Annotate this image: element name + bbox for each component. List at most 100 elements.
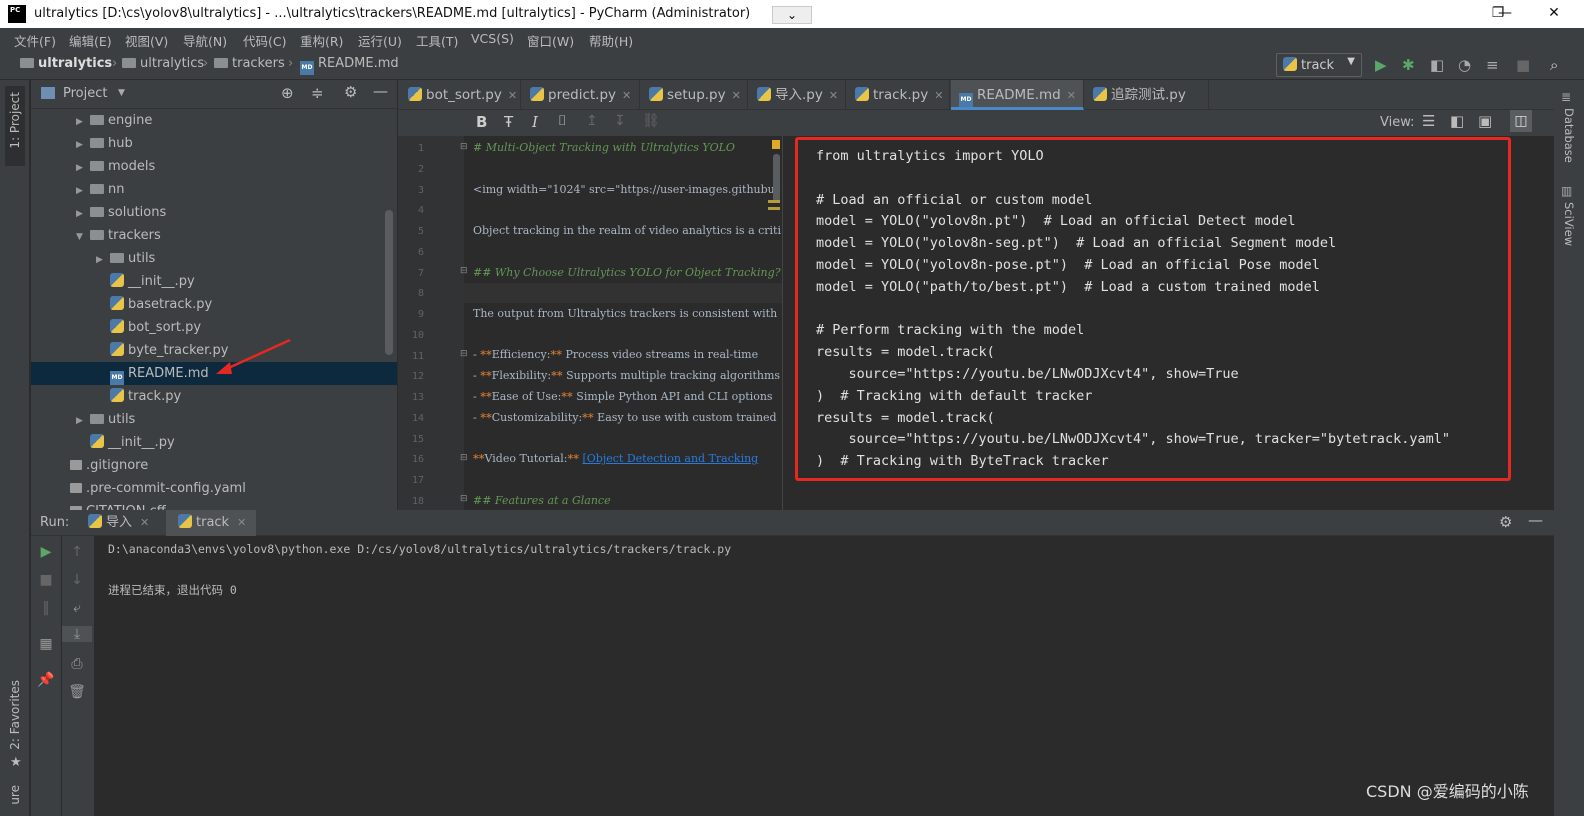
header-up-icon[interactable]: ↥ <box>586 113 598 129</box>
tree-item[interactable]: bot_sort.py <box>96 316 201 339</box>
collapsed-arrow-icon[interactable]: ▶ <box>76 157 90 180</box>
layout-icon[interactable]: ▦ <box>31 636 61 652</box>
tree-item[interactable]: ▶ models <box>76 155 155 178</box>
close-tab-icon[interactable]: ✕ <box>1067 89 1076 102</box>
concurrency-icon[interactable]: ≡ <box>1486 56 1499 74</box>
pin-icon[interactable]: 📌 <box>31 672 61 688</box>
tree-item[interactable]: ▶ solutions <box>76 201 166 224</box>
collapsed-arrow-icon[interactable]: ▶ <box>76 111 90 134</box>
tab-tracking-test[interactable]: 追踪测试.py <box>1085 80 1209 110</box>
collapsed-arrow-icon[interactable]: ▶ <box>76 203 90 226</box>
tab-bot-sort[interactable]: bot_sort.py ✕ <box>400 80 521 110</box>
collapse-all-icon[interactable]: ≑ <box>311 84 324 102</box>
breadcrumb-root[interactable]: ultralytics <box>20 56 112 71</box>
tab-import[interactable]: 导入.py ✕ <box>749 80 846 110</box>
pause-icon[interactable]: ‖ <box>31 600 61 616</box>
scroll-up-icon[interactable]: ↑ <box>62 544 92 560</box>
tree-item[interactable]: .gitignore <box>56 454 148 477</box>
warning-marker-icon[interactable] <box>772 140 780 149</box>
collapsed-arrow-icon[interactable]: ▶ <box>76 134 90 157</box>
rerun-icon[interactable]: ▶ <box>31 544 61 560</box>
run-config-select[interactable]: track ▼ <box>1276 53 1362 77</box>
close-tab-icon[interactable]: ✕ <box>934 89 943 102</box>
run-icon[interactable]: ▶ <box>1375 56 1387 74</box>
restore-button[interactable]: ❐ <box>1474 0 1522 28</box>
menu-vcs[interactable]: VCS(S) <box>471 31 514 46</box>
italic-button[interactable]: I <box>532 113 538 131</box>
tab-readme[interactable]: MD README.md ✕ <box>951 80 1084 110</box>
breadcrumb-file[interactable]: MD README.md <box>300 56 399 75</box>
menu-tools[interactable]: 工具(T) <box>416 31 458 50</box>
dropdown-arrow-icon[interactable]: ▼ <box>118 88 125 98</box>
database-tool-button[interactable]: Database <box>1562 108 1576 163</box>
profile-icon[interactable]: ◔ <box>1458 56 1471 74</box>
project-tool-button[interactable]: 1: Project <box>8 92 22 149</box>
fold-icon[interactable]: ⊟ <box>460 453 468 463</box>
title-chevron-icon[interactable]: ⌄ <box>772 6 812 24</box>
hide-panel-icon[interactable]: — <box>1528 511 1543 529</box>
menu-code[interactable]: 代码(C) <box>243 31 286 50</box>
header-down-icon[interactable]: ↧ <box>614 113 626 129</box>
tree-item[interactable]: ▶ utils <box>76 408 135 431</box>
stop-icon[interactable]: ■ <box>31 572 61 588</box>
menu-edit[interactable]: 编辑(E) <box>69 31 112 50</box>
tree-item[interactable]: track.py <box>96 385 181 408</box>
close-button[interactable]: ✕ <box>1530 0 1578 28</box>
debug-icon[interactable]: ✱ <box>1402 56 1415 74</box>
sciview-tool-button[interactable]: SciView <box>1562 202 1576 246</box>
close-tab-icon[interactable]: ✕ <box>622 89 631 102</box>
fold-icon[interactable]: ⊟ <box>460 349 468 359</box>
tree-item[interactable]: ▶ nn <box>76 178 124 201</box>
expanded-arrow-icon[interactable]: ▼ <box>76 226 90 249</box>
code-line-16[interactable]: **Video Tutorial:** [Object Detection an… <box>473 452 781 465</box>
strikethrough-button[interactable]: Ŧ <box>504 113 513 131</box>
menu-view[interactable]: 视图(V) <box>125 31 168 50</box>
gear-icon[interactable]: ⚙ <box>1499 513 1512 531</box>
close-tab-icon[interactable]: ✕ <box>237 516 246 529</box>
code-line-7[interactable]: ## Why Choose Ultralytics YOLO for Objec… <box>473 266 781 279</box>
tree-item[interactable]: byte_tracker.py <box>96 339 228 362</box>
tree-item[interactable]: ▶ engine <box>76 109 152 132</box>
tree-item[interactable]: ▶ hub <box>76 132 133 155</box>
editor-scrollbar[interactable] <box>773 154 780 202</box>
code-line-18[interactable]: ## Features at a Glance <box>473 494 781 507</box>
code-line-13[interactable]: - **Ease of Use:** Simple Python API and… <box>473 390 781 403</box>
code-line-9[interactable]: The output from Ultralytics trackers is … <box>473 307 781 320</box>
tree-item[interactable]: ▼ trackers <box>76 224 161 247</box>
tab-predict[interactable]: predict.py ✕ <box>522 80 640 110</box>
editor-only-icon[interactable]: ☰ <box>1422 112 1435 130</box>
layout-toggle-icon[interactable]: ◫ <box>1510 110 1532 132</box>
gear-icon[interactable]: ⚙ <box>344 83 357 101</box>
tree-item[interactable]: ▶ utils <box>96 247 155 270</box>
locate-icon[interactable]: ⊕ <box>281 84 294 102</box>
close-tab-icon[interactable]: ✕ <box>829 89 838 102</box>
print-icon[interactable]: ⎙ <box>62 656 92 672</box>
close-tab-icon[interactable]: ✕ <box>140 516 149 529</box>
menu-refactor[interactable]: 重构(R) <box>300 31 343 50</box>
code-line-14[interactable]: - **Customizability:** Easy to use with … <box>473 411 781 424</box>
code-line-1[interactable]: # Multi-Object Tracking with Ultralytics… <box>473 141 781 154</box>
code-button[interactable]: ⌷ <box>558 113 566 129</box>
bold-button[interactable]: B <box>476 113 487 131</box>
menu-navigate[interactable]: 导航(N) <box>183 31 227 50</box>
preview-only-icon[interactable]: ▣ <box>1478 112 1492 130</box>
tree-item[interactable]: basetrack.py <box>96 293 212 316</box>
breadcrumb-package[interactable]: ultralytics <box>122 56 204 71</box>
project-view-select[interactable]: Project <box>63 86 107 101</box>
breadcrumb-trackers[interactable]: trackers <box>214 56 285 71</box>
soft-wrap-icon[interactable]: ⤶ <box>62 600 92 616</box>
split-view-icon[interactable]: ◧ <box>1450 112 1464 130</box>
fold-icon[interactable]: ⊟ <box>460 142 468 152</box>
fold-icon[interactable]: ⊟ <box>460 266 468 276</box>
search-icon[interactable]: ⌕ <box>1550 56 1558 74</box>
tree-item[interactable]: __init__.py <box>76 431 175 454</box>
hide-panel-icon[interactable]: — <box>373 82 388 100</box>
link-icon[interactable]: ⛓ <box>642 113 660 129</box>
collapsed-arrow-icon[interactable]: ▶ <box>76 410 90 433</box>
collapsed-arrow-icon[interactable]: ▶ <box>76 180 90 203</box>
code-line-12[interactable]: - **Flexibility:** Supports multiple tra… <box>473 369 781 382</box>
fold-icon[interactable]: ⊟ <box>460 494 468 504</box>
menu-help[interactable]: 帮助(H) <box>589 31 633 50</box>
scroll-down-icon[interactable]: ↓ <box>62 572 92 588</box>
tab-setup[interactable]: setup.py ✕ <box>641 80 748 110</box>
